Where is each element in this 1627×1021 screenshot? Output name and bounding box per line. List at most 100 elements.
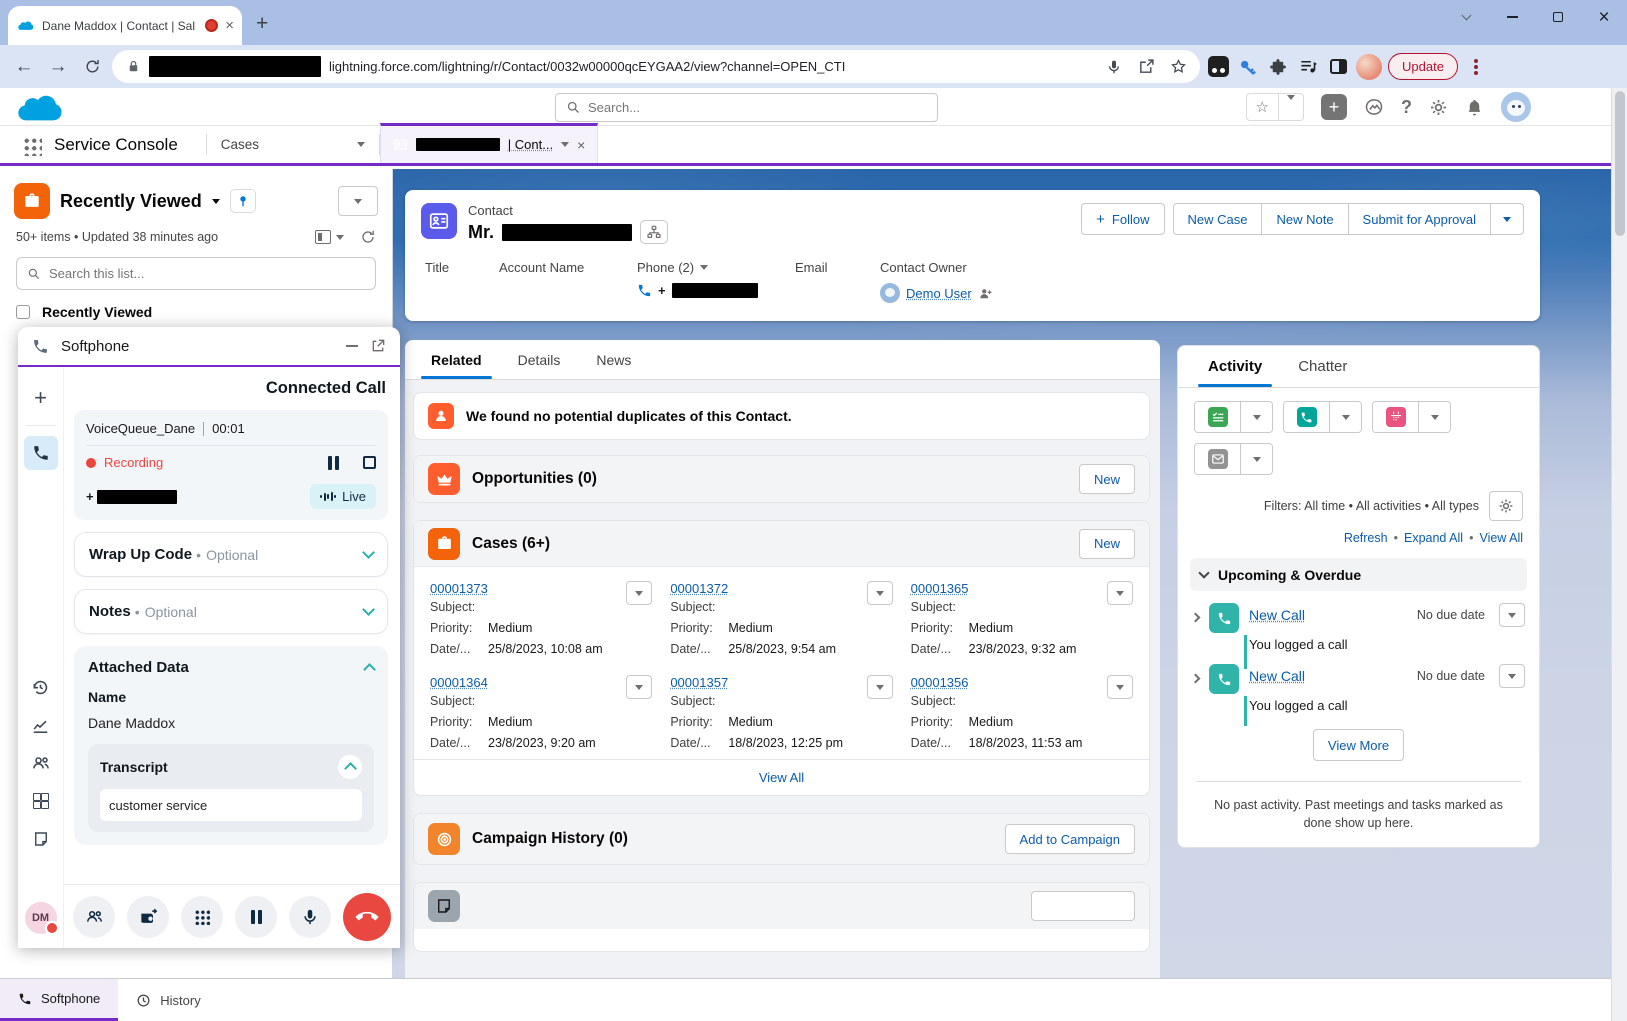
- opportunities-title[interactable]: Opportunities (0): [472, 470, 597, 488]
- case-actions-dropdown[interactable]: [867, 581, 893, 605]
- mute-mic-icon[interactable]: [289, 896, 331, 938]
- forward-button[interactable]: →: [44, 53, 72, 81]
- tab-activity[interactable]: Activity: [1190, 346, 1280, 387]
- mic-icon[interactable]: [1102, 55, 1126, 79]
- case-actions-dropdown[interactable]: [626, 675, 652, 699]
- owner-link[interactable]: Demo User: [906, 286, 972, 301]
- campaign-history-title[interactable]: Campaign History (0): [472, 830, 628, 848]
- log-a-call-button[interactable]: [1284, 402, 1330, 432]
- new-call-plus-icon[interactable]: [24, 381, 58, 415]
- pin-list-icon[interactable]: [230, 189, 256, 213]
- tab-news[interactable]: News: [578, 340, 649, 379]
- notes-section[interactable]: Notes Optional: [74, 589, 388, 634]
- app-launcher-waffle-icon[interactable]: [22, 136, 42, 156]
- expand-wrapup-icon[interactable]: [362, 546, 375, 559]
- contacts-icon[interactable]: [24, 746, 58, 780]
- case-actions-dropdown[interactable]: [1107, 581, 1133, 605]
- tab-details[interactable]: Details: [500, 340, 579, 379]
- reading-list-icon[interactable]: [1296, 55, 1320, 79]
- view-hierarchy-button[interactable]: [640, 220, 668, 244]
- notifications-bell-icon[interactable]: [1465, 98, 1484, 117]
- timeline-item-dropdown[interactable]: [1499, 603, 1525, 627]
- phone-dropdown-icon[interactable]: [700, 265, 708, 274]
- follow-button[interactable]: Follow: [1081, 203, 1164, 235]
- tab-close-icon[interactable]: [577, 138, 585, 152]
- active-call-phone-icon[interactable]: [24, 436, 58, 470]
- new-task-button[interactable]: [1195, 402, 1241, 432]
- nav-item-cases[interactable]: Cases: [207, 126, 379, 163]
- list-view-selector-icon[interactable]: [212, 199, 220, 208]
- refresh-list-icon[interactable]: [360, 229, 376, 245]
- conference-icon[interactable]: [73, 896, 115, 938]
- case-actions-dropdown[interactable]: [626, 581, 652, 605]
- browser-menu-kebab-icon[interactable]: [1464, 55, 1488, 79]
- list-search-input[interactable]: [49, 266, 365, 281]
- global-actions-icon[interactable]: [1321, 94, 1347, 120]
- new-event-button[interactable]: [1373, 402, 1419, 432]
- collapse-attached-icon[interactable]: [363, 663, 376, 676]
- tab-related[interactable]: Related: [413, 340, 500, 379]
- timeline-item-dropdown[interactable]: [1499, 664, 1525, 688]
- add-to-campaign-button[interactable]: Add to Campaign: [1005, 824, 1135, 854]
- popout-icon[interactable]: [370, 338, 386, 354]
- collapse-transcript-icon[interactable]: [338, 755, 362, 779]
- analytics-icon[interactable]: [24, 708, 58, 742]
- list-view-title[interactable]: Recently Viewed: [60, 191, 202, 212]
- list-actions-dropdown[interactable]: [338, 186, 378, 216]
- email-dropdown[interactable]: [1241, 444, 1272, 474]
- wrap-up-code-section[interactable]: Wrap Up Code Optional: [74, 532, 388, 577]
- window-minimize-button[interactable]: [1489, 0, 1535, 34]
- activity-settings-gear-icon[interactable]: [1489, 491, 1523, 521]
- expand-item-icon[interactable]: [1191, 613, 1201, 623]
- change-owner-icon[interactable]: [978, 286, 993, 301]
- setup-gear-icon[interactable]: [1429, 98, 1448, 117]
- refresh-link[interactable]: Refresh: [1344, 531, 1388, 545]
- view-all-link[interactable]: View All: [1479, 531, 1523, 545]
- timeline-item-title[interactable]: New Call: [1249, 668, 1305, 684]
- browser-profile-avatar[interactable]: [1356, 54, 1382, 80]
- case-number-link[interactable]: 00001356: [911, 675, 969, 690]
- utility-history-tab[interactable]: History: [118, 979, 218, 1021]
- expand-all-link[interactable]: Expand All: [1404, 531, 1463, 545]
- favorite-star-icon[interactable]: [1247, 98, 1278, 116]
- case-number-link[interactable]: 00001357: [670, 675, 728, 690]
- global-search[interactable]: [555, 93, 938, 122]
- case-actions-dropdown[interactable]: [1107, 675, 1133, 699]
- global-search-input[interactable]: [588, 100, 927, 115]
- expand-item-icon[interactable]: [1191, 674, 1201, 684]
- display-as-icon[interactable]: [315, 230, 344, 244]
- extension-key-icon[interactable]: [1236, 55, 1260, 79]
- user-avatar[interactable]: [1501, 92, 1531, 122]
- stop-recording-icon[interactable]: [363, 456, 376, 469]
- scrollbar-thumb[interactable]: [1615, 91, 1625, 236]
- utility-softphone-tab[interactable]: Softphone: [0, 979, 118, 1021]
- transfer-call-icon[interactable]: [127, 896, 169, 938]
- cases-title[interactable]: Cases (6+): [472, 535, 550, 553]
- apps-grid-icon[interactable]: [24, 784, 58, 818]
- case-number-link[interactable]: 00001365: [911, 581, 969, 596]
- minimize-softphone-icon[interactable]: [346, 345, 358, 347]
- tab-dropdown-icon[interactable]: [561, 142, 569, 151]
- browser-tab[interactable]: Dane Maddox | Contact | Sal: [8, 6, 242, 45]
- agent-avatar[interactable]: DM: [25, 902, 57, 934]
- extension-bot-icon[interactable]: [1206, 55, 1230, 79]
- address-bar[interactable]: lightning.force.com/lightning/r/Contact/…: [112, 50, 1200, 83]
- pause-recording-icon[interactable]: [328, 456, 339, 470]
- timeline-item-title[interactable]: New Call: [1249, 607, 1305, 623]
- bookmark-star-icon[interactable]: [1166, 55, 1190, 79]
- call-dropdown[interactable]: [1330, 402, 1361, 432]
- expand-notes-icon[interactable]: [362, 603, 375, 616]
- dialpad-icon[interactable]: [181, 896, 223, 938]
- case-actions-dropdown[interactable]: [867, 675, 893, 699]
- new-opportunity-button[interactable]: New: [1079, 464, 1135, 494]
- row-checkbox[interactable]: [16, 305, 30, 319]
- trailhead-icon[interactable]: [1364, 97, 1384, 117]
- list-search[interactable]: [16, 257, 376, 290]
- window-close-button[interactable]: [1581, 0, 1627, 34]
- help-icon[interactable]: [1401, 97, 1412, 118]
- view-more-button[interactable]: View More: [1313, 729, 1404, 761]
- share-icon[interactable]: [1134, 55, 1158, 79]
- more-actions-dropdown[interactable]: [1490, 203, 1524, 235]
- case-number-link[interactable]: 00001364: [430, 675, 488, 690]
- reload-button[interactable]: [78, 53, 106, 81]
